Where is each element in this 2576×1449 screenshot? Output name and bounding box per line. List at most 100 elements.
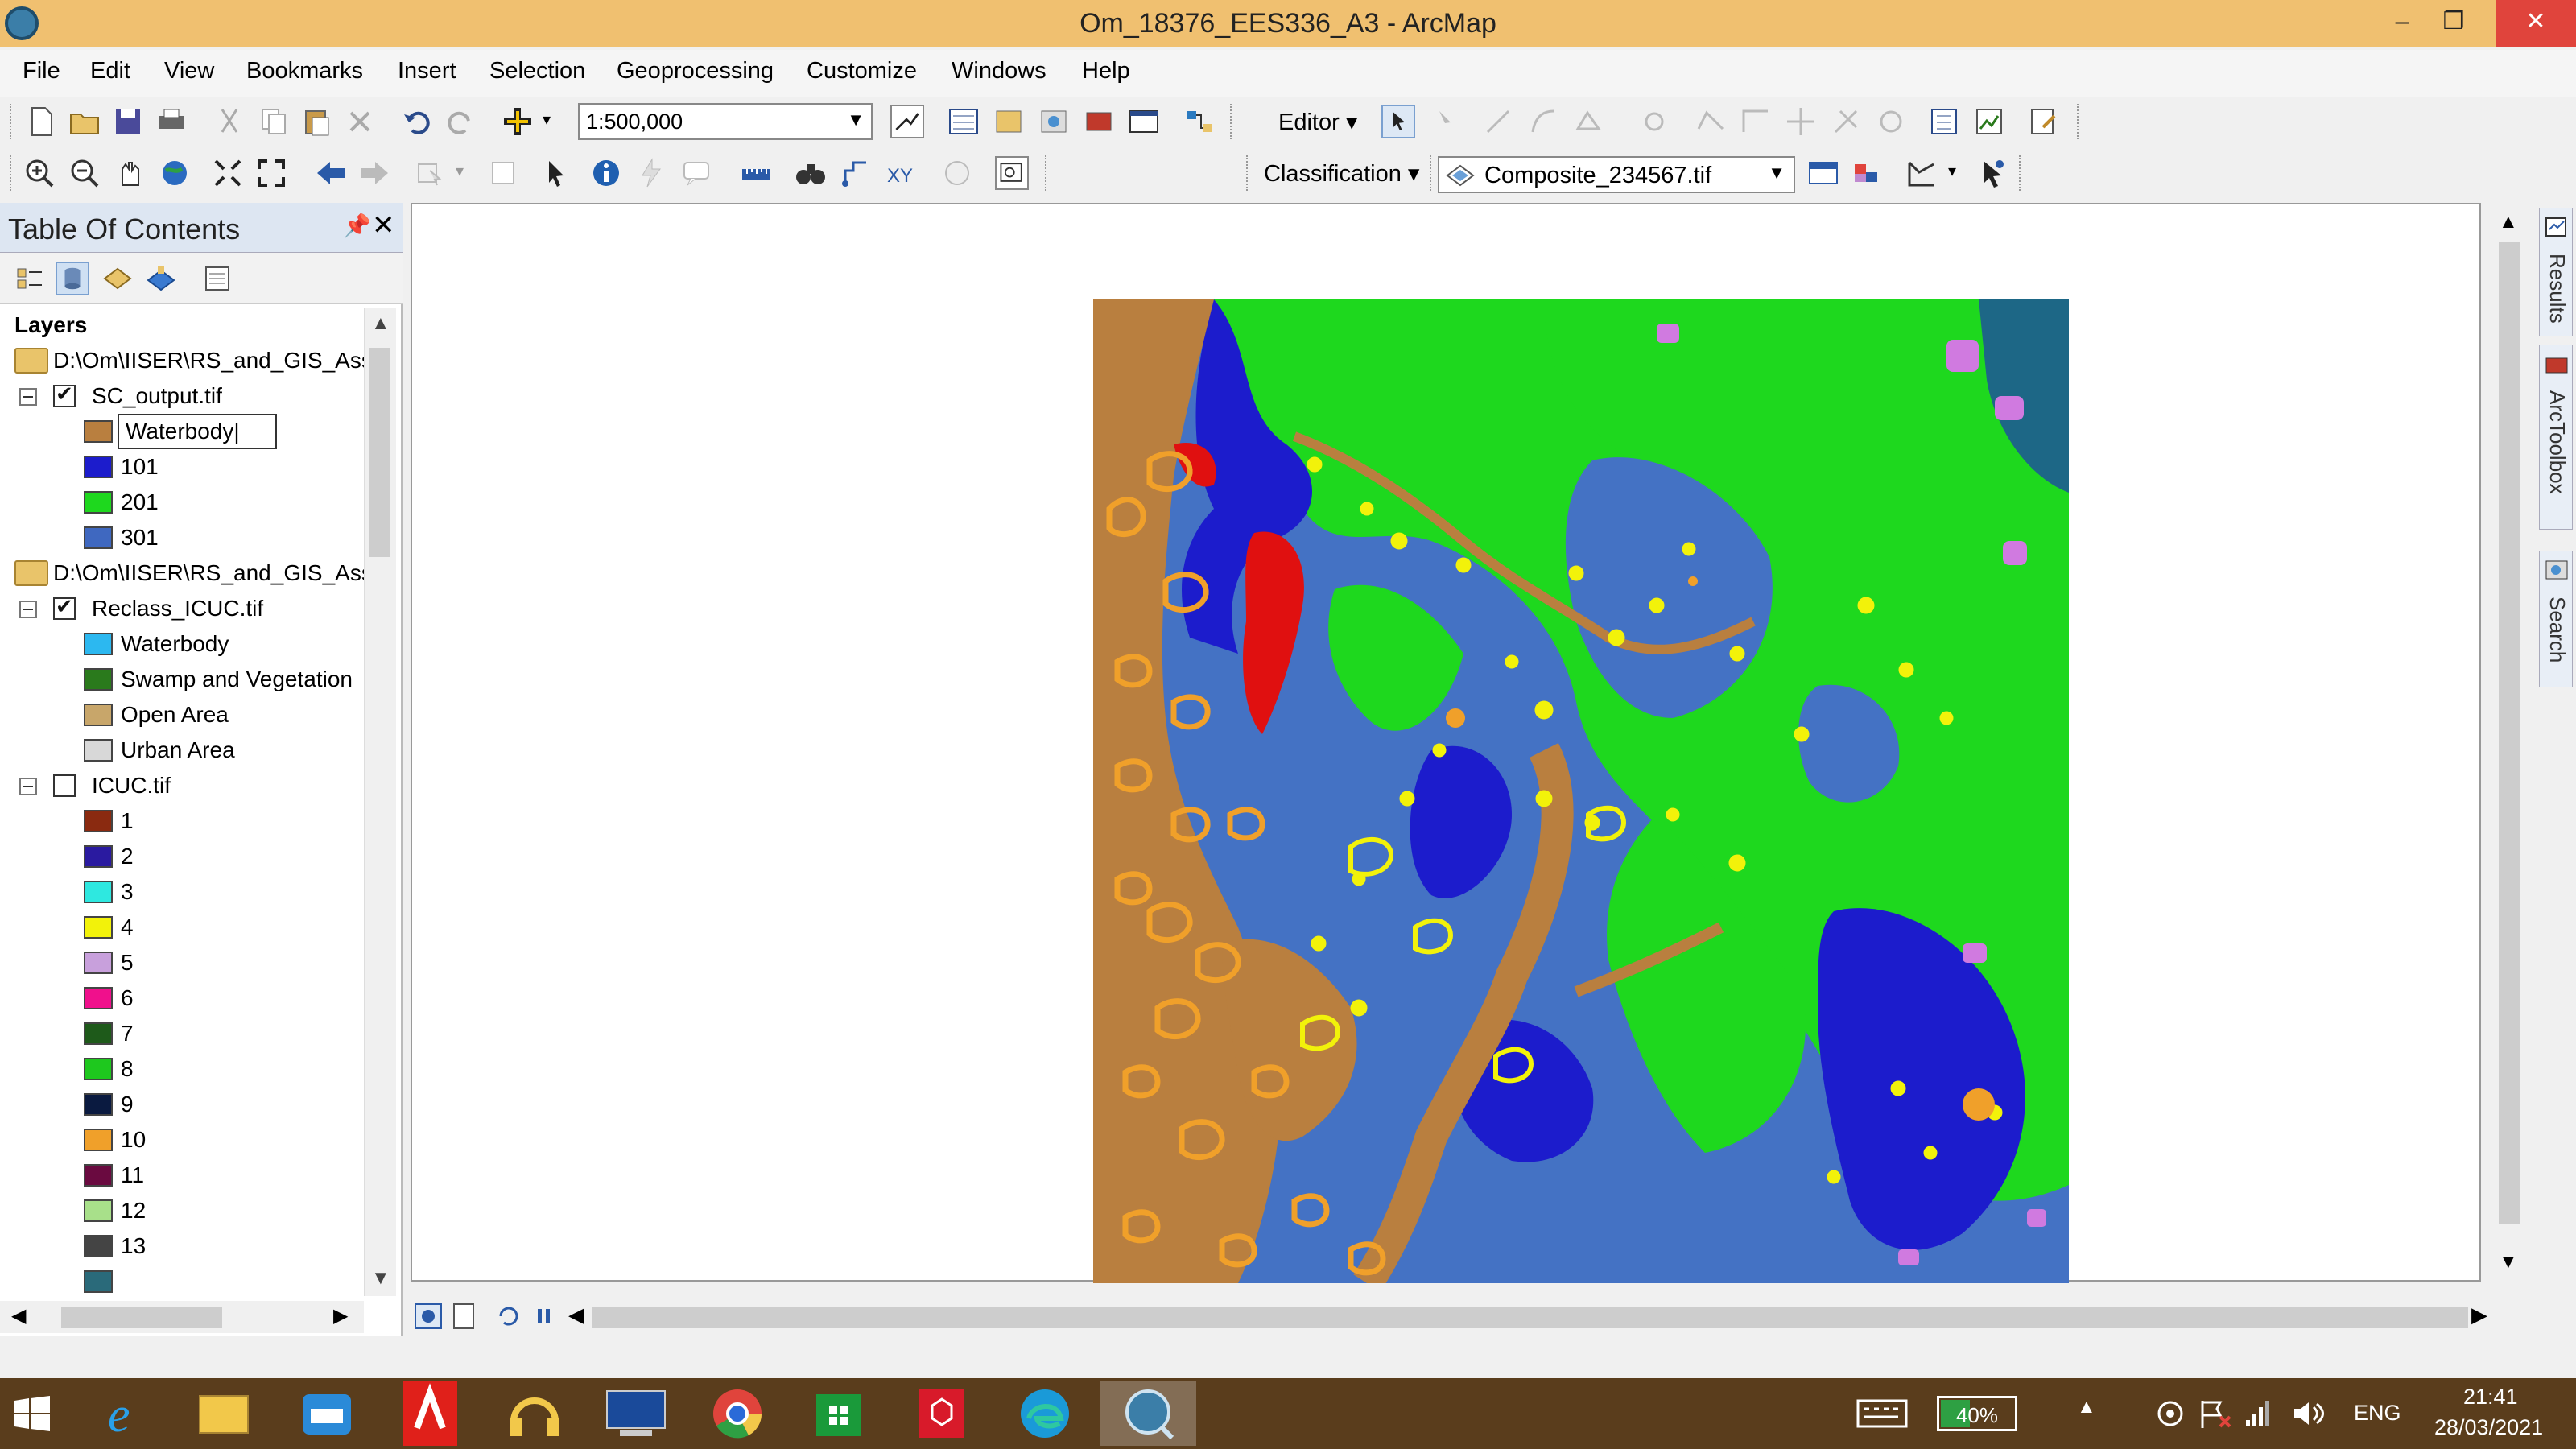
toc-layer-row[interactable]: Reclass_ICUC.tif bbox=[0, 591, 364, 626]
toc-vertical-scrollbar[interactable]: ▲ ▼ bbox=[364, 308, 396, 1296]
copy-icon[interactable] bbox=[256, 105, 290, 138]
table-of-contents-icon[interactable] bbox=[947, 105, 980, 138]
toc-class-row[interactable]: 3 bbox=[0, 874, 364, 910]
toc-class-row[interactable]: Open Area bbox=[0, 697, 364, 733]
layer-visibility-checkbox[interactable] bbox=[53, 382, 76, 407]
toc-root-layers[interactable]: Layers bbox=[0, 308, 364, 343]
toc-class-row[interactable]: Waterbody| bbox=[0, 414, 364, 449]
taskbar-adobe[interactable] bbox=[382, 1381, 478, 1446]
toolbar-grip[interactable] bbox=[1430, 155, 1435, 191]
menu-customize[interactable]: Customize bbox=[807, 58, 917, 85]
toc-class-row[interactable]: 9 bbox=[0, 1087, 364, 1122]
html-popup-icon[interactable] bbox=[679, 156, 713, 190]
toc-layer-row[interactable]: ICUC.tif bbox=[0, 768, 364, 803]
taskbar-lenovo[interactable] bbox=[588, 1381, 684, 1446]
toolbar-grip[interactable] bbox=[2019, 155, 2024, 191]
toc-class-row[interactable]: Waterbody bbox=[0, 626, 364, 662]
layout-view-icon[interactable] bbox=[449, 1302, 478, 1330]
classified-raster-map[interactable] bbox=[1093, 299, 2069, 1283]
class-label-edit-field[interactable]: Waterbody| bbox=[118, 414, 277, 449]
scroll-left-arrow-icon[interactable]: ◀ bbox=[11, 1304, 26, 1327]
scroll-thumb[interactable] bbox=[61, 1307, 222, 1328]
reset-training-samples-icon[interactable] bbox=[1975, 156, 2009, 190]
go-to-xy-icon[interactable]: XY bbox=[884, 156, 918, 190]
full-extent-globe-icon[interactable] bbox=[158, 156, 192, 190]
volume-icon[interactable] bbox=[2291, 1397, 2326, 1430]
open-folder-icon[interactable] bbox=[68, 105, 101, 138]
toc-layer-row[interactable]: SC_output.tif bbox=[0, 378, 364, 414]
menu-windows[interactable]: Windows bbox=[952, 58, 1046, 85]
clock-time[interactable]: 21:41 bbox=[2463, 1385, 2518, 1410]
new-document-icon[interactable] bbox=[24, 105, 58, 138]
toc-class-row[interactable]: 4 bbox=[0, 910, 364, 945]
draw-polygon-icon[interactable] bbox=[1905, 156, 1938, 190]
edit-tool-icon[interactable] bbox=[1381, 105, 1415, 138]
taskbar-store[interactable] bbox=[791, 1381, 887, 1446]
back-arrow-icon[interactable] bbox=[314, 156, 348, 190]
edit-vertices-icon[interactable] bbox=[1637, 105, 1671, 138]
undo-icon[interactable] bbox=[399, 105, 433, 138]
rotate-tool-icon[interactable] bbox=[1829, 105, 1863, 138]
map-display[interactable] bbox=[411, 203, 2481, 1283]
forward-arrow-icon[interactable] bbox=[357, 156, 391, 190]
toolbar-grip[interactable] bbox=[1045, 155, 1050, 191]
scroll-thumb[interactable] bbox=[369, 348, 390, 557]
collapse-toggle-icon[interactable] bbox=[19, 388, 37, 406]
search-tab[interactable]: Search bbox=[2539, 551, 2573, 687]
print-icon[interactable] bbox=[155, 105, 188, 138]
add-data-icon[interactable] bbox=[501, 105, 535, 138]
redo-icon[interactable] bbox=[444, 105, 478, 138]
select-features-icon[interactable] bbox=[414, 156, 448, 190]
battery-indicator[interactable]: 40% bbox=[1937, 1396, 2017, 1431]
classification-layer-combobox[interactable]: Composite_234567.tif ▼ bbox=[1438, 156, 1795, 193]
list-by-source-icon[interactable] bbox=[56, 262, 89, 295]
arctoolbox-tab[interactable]: ArcToolbox bbox=[2539, 345, 2573, 530]
straight-segment-icon[interactable] bbox=[1481, 105, 1515, 138]
collapse-toggle-icon[interactable] bbox=[19, 601, 37, 618]
toolbar-grip[interactable] bbox=[2077, 104, 2082, 139]
menu-file[interactable]: File bbox=[23, 58, 60, 85]
taskbar-3d-app[interactable] bbox=[894, 1381, 990, 1446]
menu-selection[interactable]: Selection bbox=[489, 58, 585, 85]
paste-icon[interactable] bbox=[299, 105, 333, 138]
show-hidden-icons-chevron-icon[interactable]: ▲ bbox=[2077, 1396, 2096, 1418]
scroll-left-arrow-icon[interactable]: ◀ bbox=[568, 1302, 584, 1327]
toc-class-row[interactable]: 1 bbox=[0, 803, 364, 839]
close-button[interactable]: ✕ bbox=[2496, 0, 2576, 47]
list-by-selection-icon[interactable] bbox=[145, 262, 177, 295]
create-viewer-window-icon[interactable] bbox=[995, 156, 1029, 190]
model-builder-icon[interactable] bbox=[1183, 105, 1217, 138]
pan-hand-icon[interactable] bbox=[113, 156, 147, 190]
taskbar-mail[interactable] bbox=[279, 1381, 375, 1446]
collapse-toggle-icon[interactable] bbox=[19, 778, 37, 795]
refresh-view-icon[interactable] bbox=[494, 1302, 523, 1330]
split-tool-icon[interactable] bbox=[1784, 105, 1818, 138]
delete-icon[interactable] bbox=[343, 105, 377, 138]
keyboard-icon[interactable] bbox=[1856, 1397, 1908, 1430]
taskbar-music[interactable] bbox=[486, 1381, 583, 1446]
zoom-out-icon[interactable] bbox=[68, 156, 101, 190]
time-slider-icon[interactable] bbox=[940, 156, 974, 190]
attributes-icon[interactable] bbox=[1927, 105, 1961, 138]
scroll-up-arrow-icon[interactable]: ▲ bbox=[2499, 211, 2518, 233]
class-colors-icon[interactable] bbox=[1850, 156, 1884, 190]
results-tab[interactable]: Results bbox=[2539, 208, 2573, 336]
scroll-right-arrow-icon[interactable]: ▶ bbox=[2471, 1302, 2487, 1327]
reshape-feature-icon[interactable] bbox=[1694, 105, 1728, 138]
menu-insert[interactable]: Insert bbox=[398, 58, 456, 85]
scroll-down-arrow-icon[interactable]: ▼ bbox=[371, 1267, 390, 1290]
feature-template-icon[interactable] bbox=[1972, 105, 2006, 138]
toolbar-grip[interactable] bbox=[1246, 155, 1251, 191]
pin-icon[interactable]: 📌 bbox=[343, 213, 371, 239]
toc-class-row[interactable]: 12 bbox=[0, 1193, 364, 1228]
draw-polygon-dropdown-arrow[interactable]: ▾ bbox=[1948, 161, 1956, 181]
menu-bookmarks[interactable]: Bookmarks bbox=[246, 58, 363, 85]
cut-icon[interactable] bbox=[213, 105, 246, 138]
map-vertical-scrollbar[interactable]: ▲ ▼ bbox=[2492, 206, 2524, 1285]
chevron-down-icon[interactable]: ▼ bbox=[847, 109, 865, 130]
close-toc-button[interactable]: ✕ bbox=[372, 209, 395, 242]
toc-class-row[interactable]: 10 bbox=[0, 1122, 364, 1158]
end-point-arc-icon[interactable] bbox=[1526, 105, 1560, 138]
map-scale-combobox[interactable]: 1:500,000 ▼ bbox=[578, 103, 873, 140]
toc-folder-row[interactable]: D:\Om\IISER\RS_and_GIS_Ass bbox=[0, 343, 364, 378]
